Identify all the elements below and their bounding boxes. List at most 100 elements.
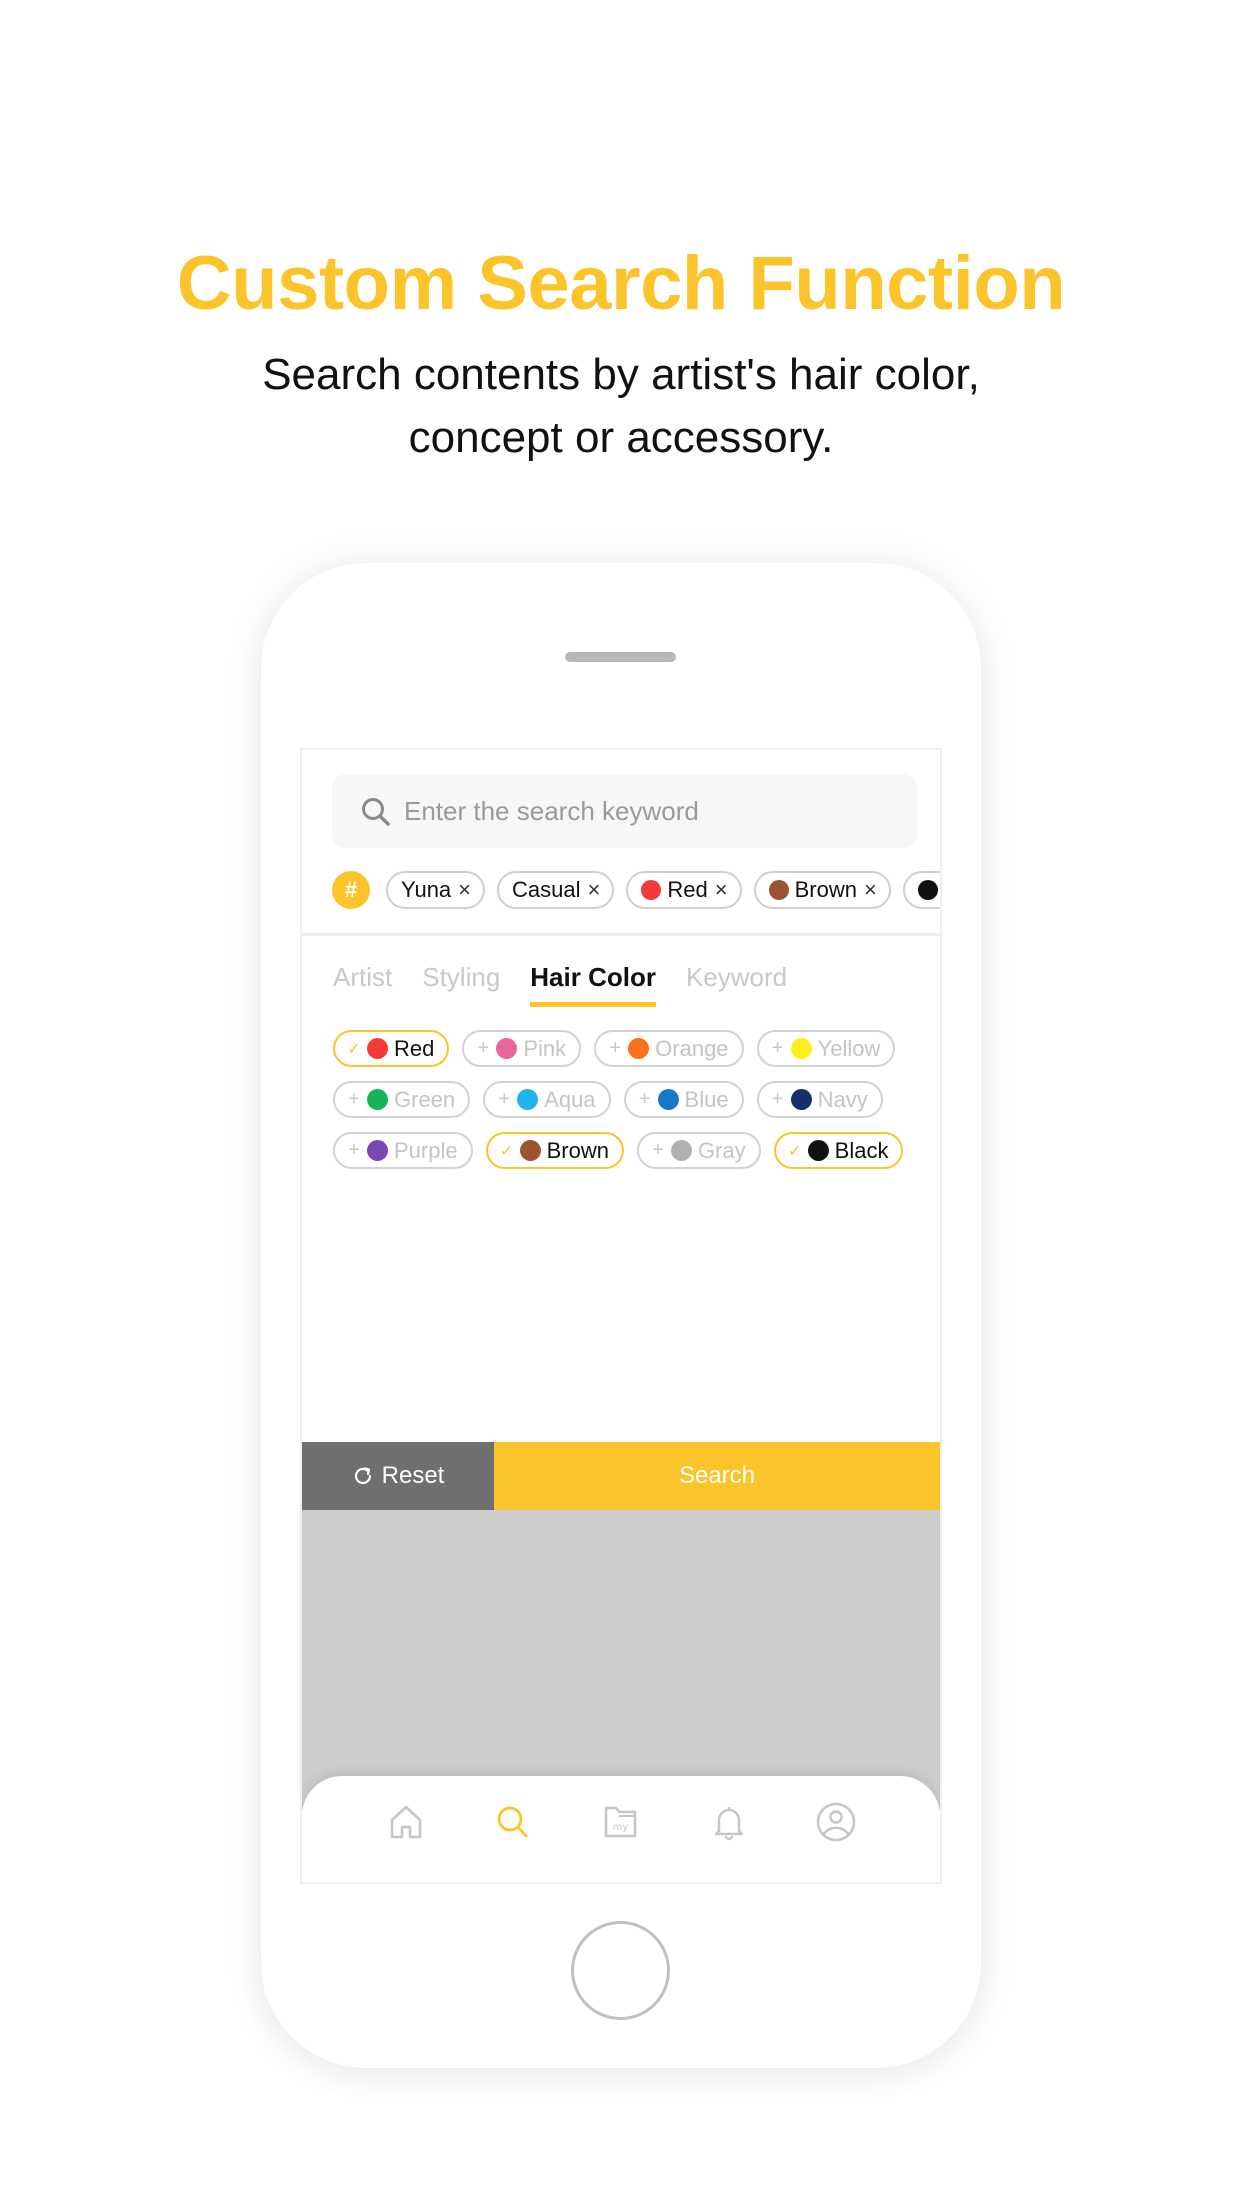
chip-label: Brown xyxy=(546,1137,609,1163)
plus-icon: + xyxy=(652,1139,664,1161)
reset-label: Reset xyxy=(381,1462,445,1489)
plus-icon: + xyxy=(771,1037,784,1059)
plus-icon: + xyxy=(609,1037,621,1059)
chip-label: Gray xyxy=(697,1137,746,1163)
hair-color-chip-orange[interactable]: + Orange xyxy=(594,1030,744,1067)
hashtag-icon: # xyxy=(332,871,370,909)
plus-icon: + xyxy=(638,1088,651,1110)
filter-tabs: Artist Styling Hair Color Keyword xyxy=(333,962,787,1007)
home-icon xyxy=(390,1805,422,1839)
color-swatch xyxy=(367,1089,388,1110)
tab-styling[interactable]: Styling xyxy=(422,962,500,1007)
dim-overlay xyxy=(302,1510,940,1810)
selected-tag[interactable]: Brown × xyxy=(753,871,891,909)
search-input[interactable] xyxy=(404,774,904,848)
plus-icon: + xyxy=(348,1088,360,1110)
hair-color-chip-purple[interactable]: + Purple xyxy=(333,1132,473,1169)
color-swatch xyxy=(519,1140,541,1161)
chip-label: Black xyxy=(834,1137,889,1163)
selected-tag[interactable]: Yuna × xyxy=(386,871,486,909)
search-button[interactable]: Search xyxy=(494,1442,940,1510)
remove-tag-icon[interactable]: × xyxy=(864,877,877,903)
hair-color-chip-gray[interactable]: + Gray xyxy=(636,1132,761,1169)
action-bar: Reset Search xyxy=(302,1442,940,1510)
hair-color-chip-brown[interactable]: ✓ Brown xyxy=(485,1132,624,1169)
selected-tag[interactable]: Casual × xyxy=(497,871,615,909)
color-swatch xyxy=(807,1140,829,1161)
chip-label: Red xyxy=(394,1035,435,1061)
promo-subtitle-line-2: concept or accessory. xyxy=(408,413,834,462)
tab-hair-color[interactable]: Hair Color xyxy=(530,962,656,1007)
search-label: Search xyxy=(678,1462,756,1489)
color-swatch xyxy=(641,880,662,900)
tag-label: Red xyxy=(667,877,708,902)
chip-label: Green xyxy=(394,1086,456,1112)
color-swatch xyxy=(367,1140,388,1161)
tag-label: Casual xyxy=(512,877,581,902)
refresh-icon xyxy=(354,1467,371,1485)
nav-home[interactable] xyxy=(376,1798,436,1846)
remove-tag-icon[interactable]: × xyxy=(588,877,601,903)
color-swatch xyxy=(790,1089,812,1110)
tab-artist[interactable]: Artist xyxy=(333,962,392,1007)
color-swatch xyxy=(496,1038,518,1059)
chip-label: Yellow xyxy=(817,1035,881,1061)
bell-icon xyxy=(714,1807,743,1841)
selected-tag[interactable]: Black× xyxy=(902,871,940,909)
check-icon: ✓ xyxy=(787,1142,802,1160)
hair-color-chip-aqua[interactable]: + Aqua xyxy=(483,1081,611,1118)
hair-color-chip-yellow[interactable]: + Yellow xyxy=(756,1030,896,1067)
nav-search[interactable] xyxy=(483,1798,543,1846)
chip-label: Orange xyxy=(655,1035,729,1061)
plus-icon: + xyxy=(477,1037,490,1059)
divider xyxy=(302,933,940,936)
color-swatch xyxy=(670,1140,692,1161)
plus-icon: + xyxy=(771,1088,784,1110)
search-icon xyxy=(362,798,390,826)
profile-icon xyxy=(816,1802,856,1842)
chip-label: Aqua xyxy=(544,1086,596,1112)
color-swatch xyxy=(657,1089,679,1110)
remove-tag-icon[interactable]: × xyxy=(715,877,728,903)
hair-color-chip-pink[interactable]: + Pink xyxy=(462,1030,582,1067)
app-screen: # Yuna×Casual×Red×Brown×Black× ArtistSty… xyxy=(300,748,942,1884)
phone-speaker xyxy=(565,652,676,662)
remove-tag-icon[interactable]: × xyxy=(458,877,471,903)
chip-label: Pink xyxy=(523,1035,567,1061)
nav-notifications[interactable] xyxy=(699,1798,759,1846)
color-swatch xyxy=(517,1089,539,1110)
selected-tag[interactable]: Red × xyxy=(626,871,742,909)
phone-home-button[interactable] xyxy=(571,1921,670,2020)
search-bar[interactable] xyxy=(332,774,917,848)
selected-tags: Yuna×Casual×Red×Brown×Black× xyxy=(386,871,940,909)
tag-label: Brown xyxy=(794,877,857,902)
check-icon: ✓ xyxy=(347,1040,361,1058)
color-swatch xyxy=(628,1038,650,1059)
hair-color-chip-blue[interactable]: + Blue xyxy=(623,1081,744,1118)
hair-color-chip-green[interactable]: + Green xyxy=(333,1081,471,1118)
color-swatch xyxy=(367,1038,388,1059)
promo-subtitle-line-1: Search contents by artist's hair color, xyxy=(262,350,980,399)
tag-label: Yuna xyxy=(401,877,452,902)
chip-label: Purple xyxy=(394,1137,458,1163)
chip-label: Navy xyxy=(817,1086,868,1112)
my-folder-icon: my xyxy=(604,1806,637,1838)
check-icon: ✓ xyxy=(499,1142,514,1160)
promo-title: Custom Search Function xyxy=(176,241,1066,326)
nav-my[interactable]: my xyxy=(591,1798,651,1846)
tab-keyword[interactable]: Keyword xyxy=(686,962,787,1007)
plus-icon: + xyxy=(348,1139,360,1161)
nav-profile[interactable] xyxy=(806,1798,866,1846)
hair-color-chip-navy[interactable]: + Navy xyxy=(756,1081,883,1118)
bottom-nav: my xyxy=(302,1776,940,1882)
color-swatch xyxy=(917,880,938,900)
color-swatch xyxy=(768,880,789,900)
chip-label: Blue xyxy=(684,1086,729,1112)
hair-color-chip-black[interactable]: ✓ Black xyxy=(773,1132,904,1169)
hair-color-chips: ✓ Red + Pink + Orange + Yellow + Green + Aqua + Blue +… xyxy=(333,1030,923,1169)
search-icon xyxy=(497,1806,528,1838)
reset-button[interactable]: Reset xyxy=(302,1442,494,1510)
svg-text:my: my xyxy=(613,1822,629,1833)
hair-color-chip-red[interactable]: ✓ Red xyxy=(333,1030,450,1067)
color-swatch xyxy=(790,1038,812,1059)
